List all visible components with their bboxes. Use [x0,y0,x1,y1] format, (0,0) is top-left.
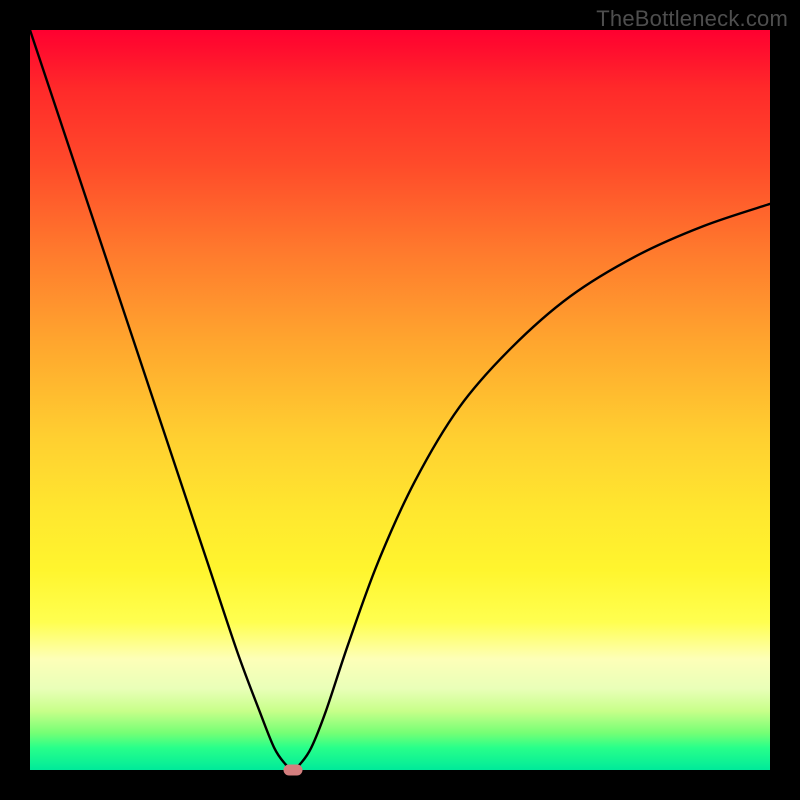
minimum-marker [283,765,302,776]
plot-area [30,30,770,770]
chart-frame: TheBottleneck.com [0,0,800,800]
watermark-text: TheBottleneck.com [596,6,788,32]
curve-layer [30,30,770,770]
curve-path [30,30,770,770]
